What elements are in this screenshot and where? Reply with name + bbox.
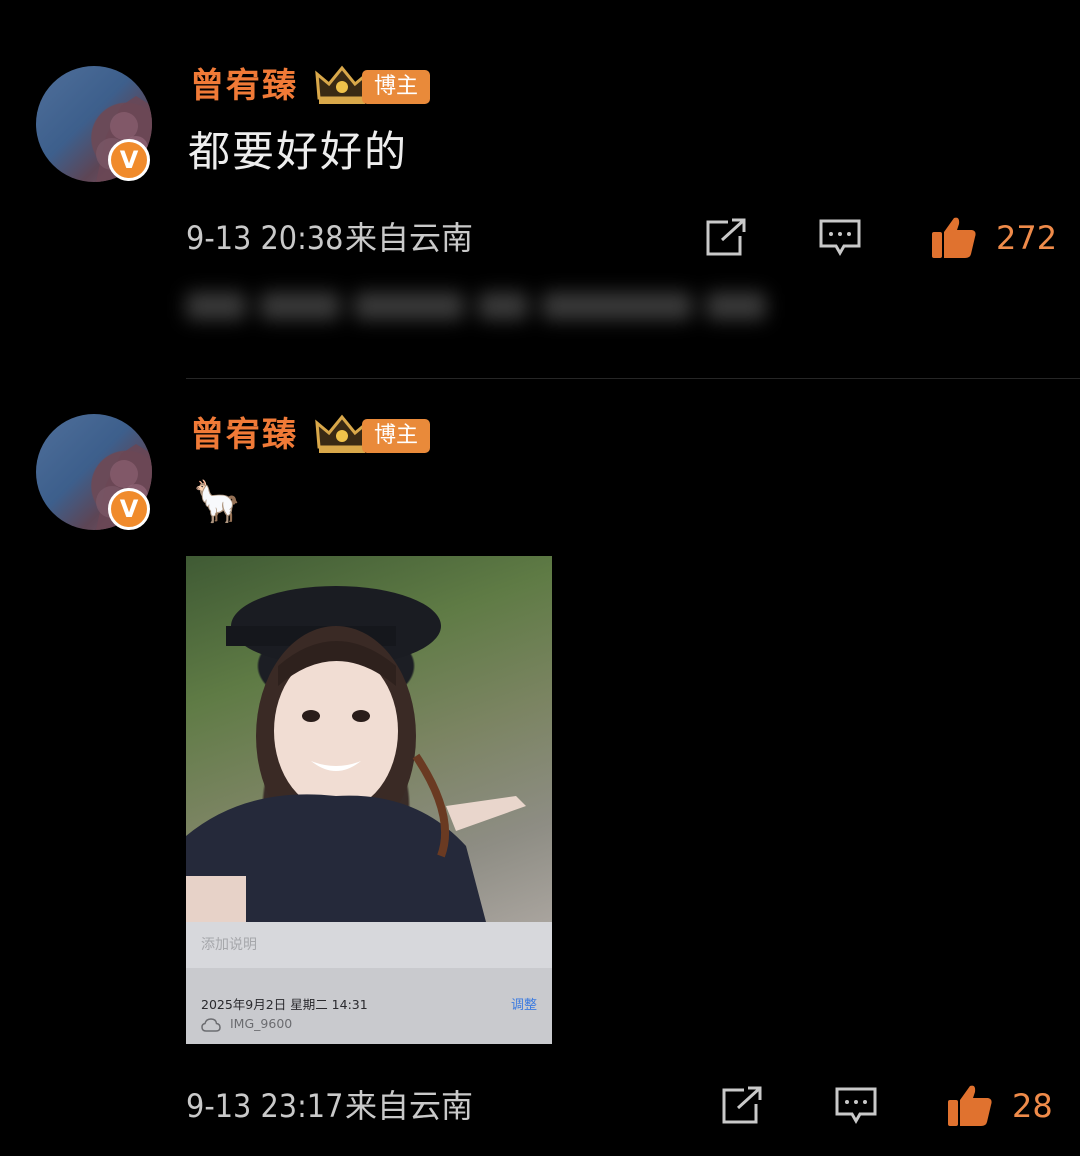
photo-info-panel: 2025年9月2日 星期二 14:31 调整 IMG_9600	[186, 968, 552, 1044]
post-location: 来自云南	[345, 219, 474, 257]
like-icon[interactable]	[930, 214, 978, 260]
comment-icon[interactable]	[834, 1086, 878, 1126]
share-icon[interactable]	[704, 218, 748, 258]
comment-feed: V 曾宥臻 博主 都要好好的 9-13 20:38 来自云南 272 V 曾宥臻	[0, 0, 1080, 1156]
adjust-button[interactable]: 调整	[511, 994, 537, 1013]
post-location: 来自云南	[345, 1087, 474, 1125]
llama-emoji: 🦙	[192, 479, 242, 525]
like-count: 28	[1012, 1087, 1053, 1125]
username[interactable]: 曾宥臻	[190, 66, 298, 106]
post-text: 都要好好的	[188, 127, 409, 176]
share-icon[interactable]	[720, 1086, 764, 1126]
username[interactable]: 曾宥臻	[190, 415, 298, 455]
photo-filename: IMG_9600	[230, 1016, 293, 1031]
blogger-tag: 博主	[362, 419, 431, 453]
comment-icon[interactable]	[818, 218, 862, 258]
post-time: 9-13 23:17	[186, 1087, 344, 1125]
verified-icon: V	[108, 488, 150, 530]
crown-icon	[315, 65, 369, 104]
verified-icon: V	[108, 139, 150, 181]
blurred-reply-preview	[186, 292, 806, 340]
blogger-tag: 博主	[362, 70, 431, 104]
like-count: 272	[996, 219, 1058, 257]
crown-icon	[315, 414, 369, 453]
like-icon[interactable]	[946, 1082, 994, 1128]
caption-field[interactable]: 添加说明	[186, 922, 552, 968]
caption-placeholder: 添加说明	[201, 937, 257, 953]
divider	[186, 378, 1080, 379]
post-photo[interactable]: 添加说明 2025年9月2日 星期二 14:31 调整 IMG_9600	[186, 556, 552, 1044]
cloud-icon	[201, 1018, 221, 1032]
post-time: 9-13 20:38	[186, 219, 344, 257]
photo-date: 2025年9月2日 星期二 14:31	[201, 997, 368, 1012]
selfie-image	[186, 556, 552, 922]
